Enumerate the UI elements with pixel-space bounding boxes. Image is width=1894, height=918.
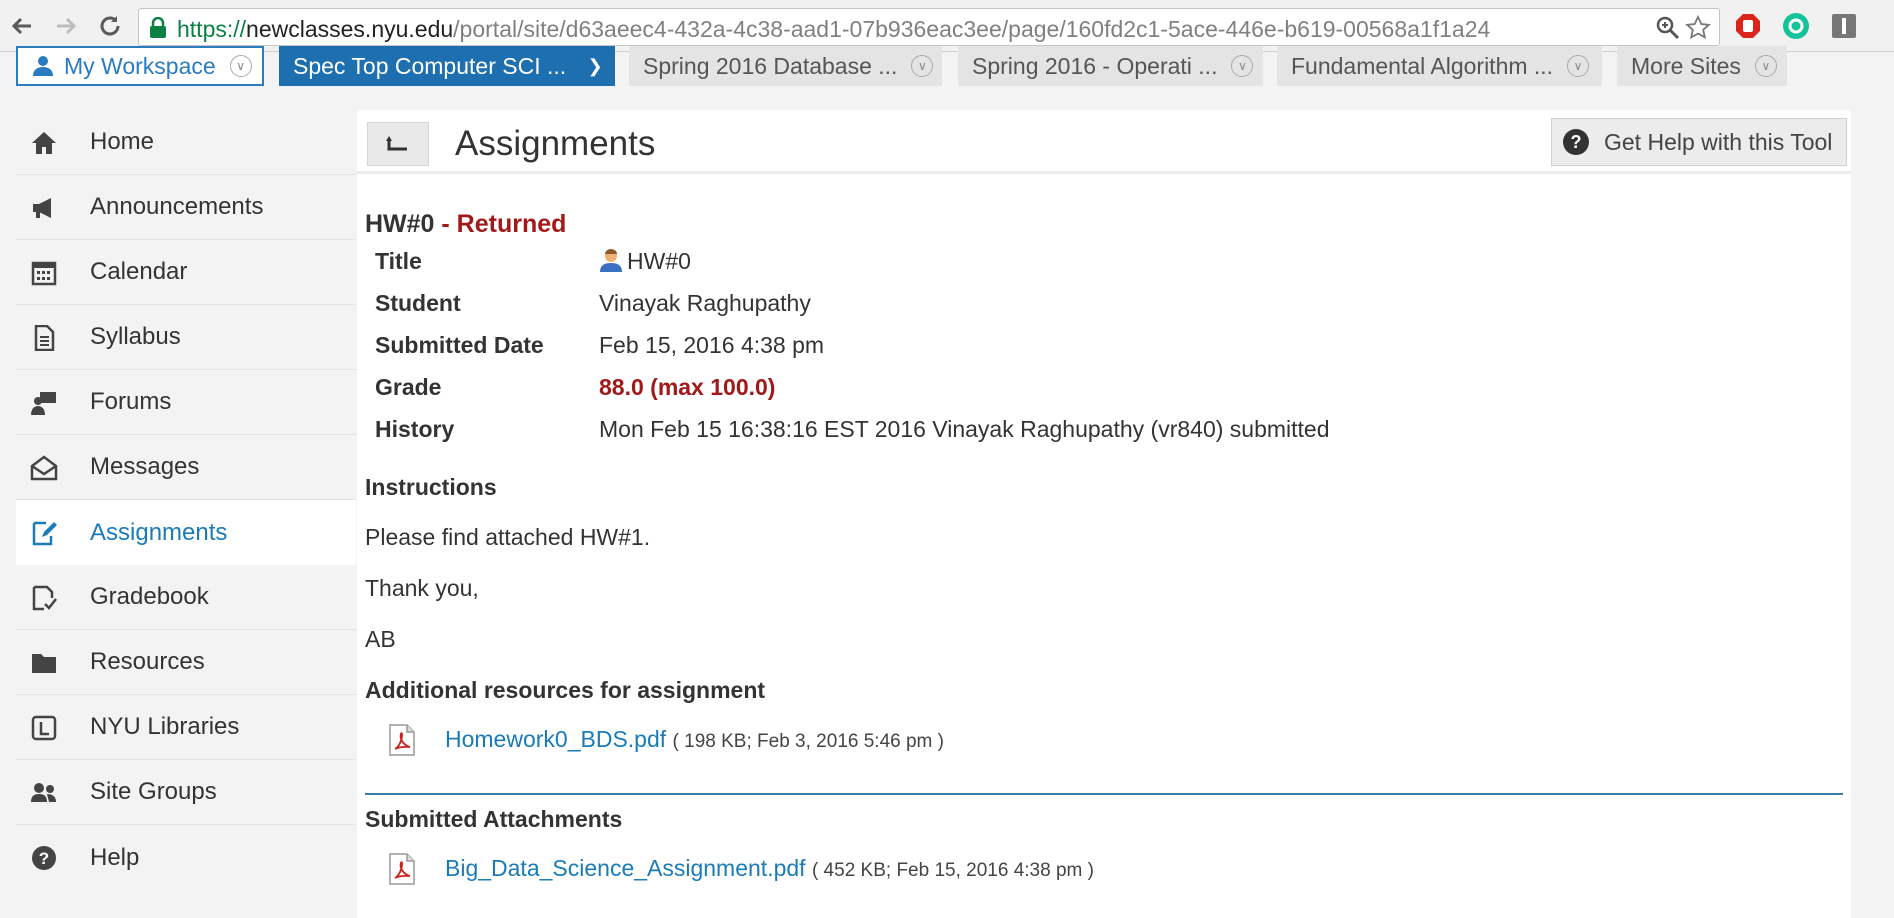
page-title: Assignments [455,124,656,163]
folder-icon [32,654,56,673]
instructions-line: Thank you, [365,575,479,601]
home-icon [32,132,56,154]
nav-label: Assignments [90,518,228,546]
pdf-icon [389,853,415,885]
tool-panel: Assignments ? Get Help with this Tool HW… [357,110,1851,918]
person-icon [33,56,53,76]
back-arrow-icon[interactable] [6,10,38,42]
instructions-heading: Instructions [365,474,497,500]
envelope-icon [30,455,58,481]
help-icon: ? [32,846,56,870]
tool-header: Assignments ? Get Help with this Tool [357,110,1851,174]
extension-icon[interactable] [1830,12,1858,40]
nav-item-gradebook[interactable]: Gradebook [16,565,356,630]
adblock-icon[interactable] [1734,12,1762,40]
zoom-icon[interactable] [1655,15,1681,41]
users-icon [31,783,56,802]
site-tab-spec-top[interactable]: Spec Top Computer SCI ... ❯ [279,46,615,86]
submitted-heading: Submitted Attachments [365,806,623,832]
nav-label: Help [90,843,140,871]
chevron-down-icon: ∨ [1567,55,1590,77]
file-meta: ( 452 KB; Feb 15, 2016 4:38 pm ) [811,860,1094,881]
edit-icon [32,521,57,546]
grammarly-icon[interactable] [1782,12,1810,40]
forum-icon [31,392,56,415]
chevron-down-icon: ❯ [587,55,603,76]
file-meta: ( 198 KB; Feb 3, 2016 5:46 pm ) [672,731,944,752]
site-tab-my-workspace[interactable]: My Workspace ∨ [16,46,264,86]
assignment-heading: HW#0 - Returned [365,210,567,238]
pdf-icon [389,724,415,756]
resource-file-link[interactable]: Homework0_BDS.pdf ( 198 KB; Feb 3, 2016 … [445,726,944,753]
nav-item-nyu-libraries[interactable]: NYU Libraries [16,695,356,760]
nav-label: NYU Libraries [90,713,240,740]
calendar-icon [31,261,57,286]
chevron-down-icon: ∨ [1231,55,1254,77]
nav-label: Resources [90,648,205,675]
help-label: Get Help with this Tool [1604,128,1833,155]
tool-menu: Home Announcements Calendar Syllabus For… [16,110,356,890]
nav-label: Announcements [90,193,264,220]
chevron-down-icon: ∨ [229,55,252,77]
site-tab-fundamental-algorithm[interactable]: Fundamental Algorithm ... ∨ [1277,46,1602,86]
reload-icon[interactable] [94,10,126,42]
submitted-file-link[interactable]: Big_Data_Science_Assignment.pdf ( 452 KB… [445,855,1094,882]
nav-item-announcements[interactable]: Announcements [16,175,356,240]
help-tool-button[interactable]: ? Get Help with this Tool [1551,118,1847,166]
bookmark-star-icon[interactable] [1685,15,1711,41]
nav-item-help[interactable]: ? Help [16,825,356,890]
question-icon: ? [1563,129,1589,155]
nav-item-site-groups[interactable]: Site Groups [16,760,356,825]
url-text: https://newclasses.nyu.edu/portal/site/d… [177,16,1491,42]
nav-item-messages[interactable]: Messages [16,435,356,500]
nav-label: Messages [90,453,200,480]
sites-bar: My Workspace ∨ Spec Top Computer SCI ...… [0,46,1894,92]
reset-tool-button[interactable] [367,122,429,166]
site-tab-spring-operating[interactable]: Spring 2016 - Operati ... ∨ [958,46,1263,86]
double-chevron-icon: ∨ [1754,55,1777,77]
svg-text:?: ? [1571,132,1582,152]
status-badge: - Returned [434,210,567,238]
nav-label: Home [90,128,155,155]
return-arrow-icon [386,136,407,151]
instructions-line: AB [365,626,396,652]
nav-item-calendar[interactable]: Calendar [16,240,356,305]
section-divider [365,793,1843,795]
user-avatar-icon [600,249,622,272]
instructions-line: Please find attached HW#1. [365,524,651,550]
nav-label: Syllabus [90,323,181,350]
lock-icon [150,17,166,38]
svg-text:?: ? [39,849,49,868]
assignment-details: HW#0 - Returned Title HW#0 Student Vinay… [365,210,1845,885]
chevron-down-icon: ∨ [911,55,934,77]
address-bar[interactable]: https://newclasses.nyu.edu/portal/site/d… [138,8,1720,46]
nav-label: Gradebook [90,583,209,610]
nav-label: Site Groups [90,778,217,805]
nav-item-syllabus[interactable]: Syllabus [16,305,356,370]
nav-label: Forums [90,388,172,415]
library-icon [31,715,57,741]
nav-label: Calendar [90,258,188,285]
gradebook-icon [32,585,57,611]
nav-item-assignments[interactable]: Assignments [16,500,356,565]
site-tab-spring-database[interactable]: Spring 2016 Database ... ∨ [629,46,942,86]
nav-item-home[interactable]: Home [16,110,356,175]
nav-item-forums[interactable]: Forums [16,370,356,435]
megaphone-icon [33,198,51,218]
site-tab-more-sites[interactable]: More Sites ∨ [1617,46,1787,86]
nav-item-resources[interactable]: Resources [16,630,356,695]
forward-arrow-icon[interactable] [50,10,82,42]
resources-heading: Additional resources for assignment [365,677,766,703]
document-icon [34,325,55,351]
browser-toolbar: https://newclasses.nyu.edu/portal/site/d… [0,0,1894,52]
